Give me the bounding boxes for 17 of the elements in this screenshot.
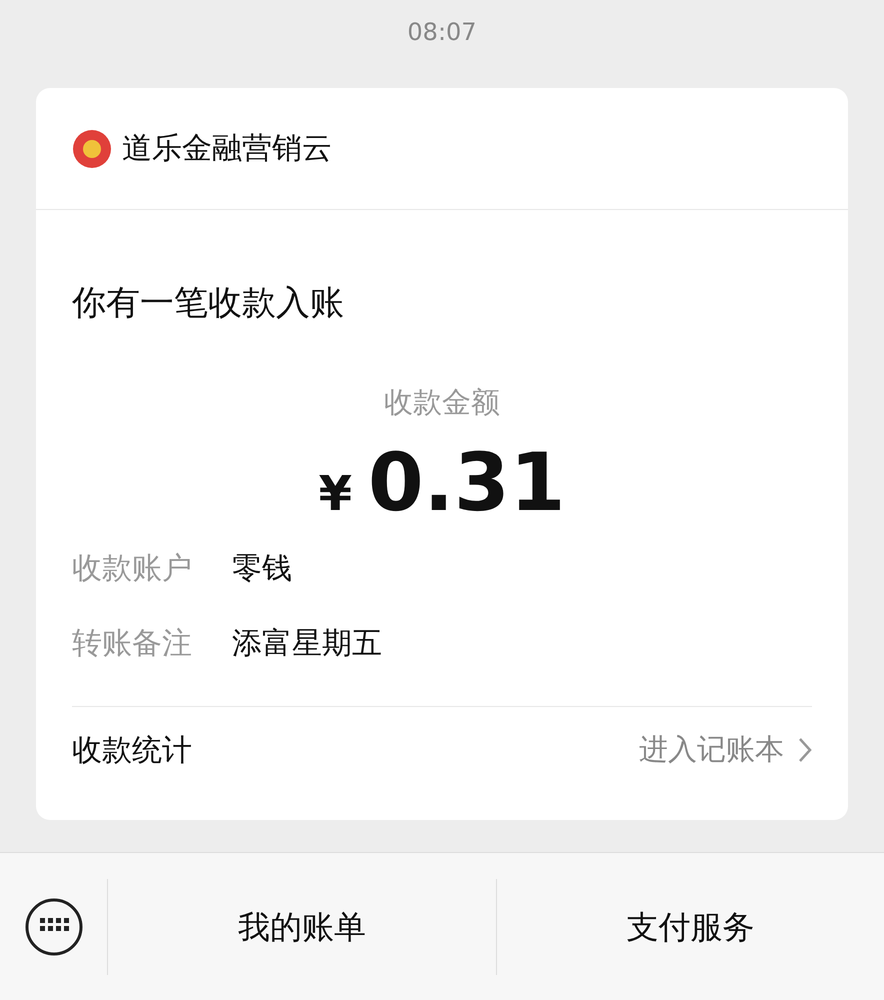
currency-symbol: ¥ bbox=[318, 464, 352, 524]
time-label: 08:07 bbox=[407, 17, 477, 46]
amount: 0.31 bbox=[368, 438, 566, 526]
message-title: 你有一笔收款入账 bbox=[72, 282, 345, 325]
stats-label: 收款统计 bbox=[72, 732, 192, 770]
sender-name: 道乐金融营销云 bbox=[122, 130, 332, 168]
field-value: 零钱 bbox=[232, 550, 292, 588]
logo-icon bbox=[72, 128, 112, 168]
menu-button[interactable]: 支付服务 bbox=[626, 902, 754, 950]
ledger-link[interactable]: 进入记账本 bbox=[639, 728, 812, 772]
amount-label: 收款金额 bbox=[384, 384, 500, 421]
keyboard-icon[interactable] bbox=[24, 896, 84, 956]
field-label: 转账备注 bbox=[72, 624, 192, 662]
field-value: 添富星期五 bbox=[232, 624, 382, 662]
menu-button[interactable]: 我的账单 bbox=[238, 902, 366, 950]
chevron-icon bbox=[798, 737, 812, 763]
field-label: 收款账户 bbox=[72, 550, 192, 588]
